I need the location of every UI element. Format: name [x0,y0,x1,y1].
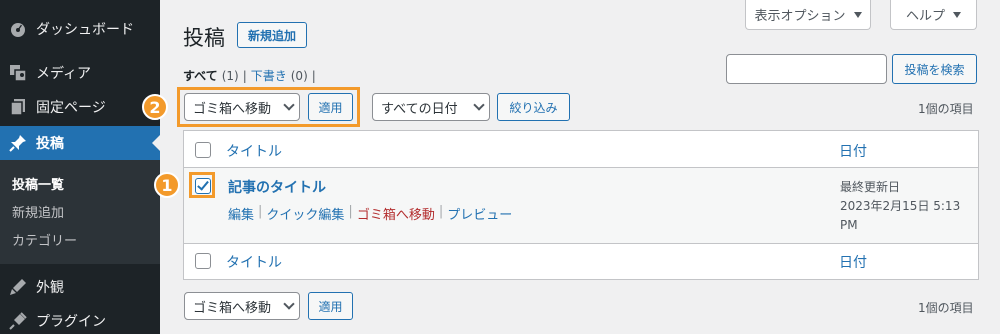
caret-down-icon [953,11,961,18]
dashboard-icon [0,20,36,38]
date-ampm: PM [840,218,858,232]
sidebar-item-label: ダッシュボード [36,22,134,38]
items-count: 1個の項目 [918,102,974,116]
pages-icon [0,98,36,116]
help-button[interactable]: ヘルプ [890,0,977,30]
date-value: 2023年2月15日 5:13 [840,199,961,213]
chevron-down-icon [473,99,485,111]
date-filter-select[interactable]: すべての日付 [372,93,490,121]
posts-table: タイトル 日付 記事のタイトル 編集 | クイック編集 | ゴミ箱へ移動 | プレビュ… [183,130,979,280]
help-label: ヘルプ [905,9,945,24]
plugins-icon [0,312,36,330]
action-separator: | [258,204,263,219]
edit-link[interactable]: 編集 [228,204,254,223]
action-separator: | [348,204,353,219]
sidebar-item-plugins[interactable]: プラグイン [0,304,160,334]
view-separator: | [242,68,247,83]
select-all-checkbox[interactable] [195,142,211,158]
search-input[interactable] [726,54,887,84]
page-title: 投稿 [183,26,225,50]
view-all-count: (1) [221,68,239,83]
sidebar-item-dashboard[interactable]: ダッシュボード [0,12,160,46]
date-filter-selected: すべての日付 [381,101,458,117]
media-icon [0,64,36,82]
bulk-action-select-bottom[interactable]: ゴミ箱へ移動 [184,292,300,320]
row-actions: 編集 | クイック編集 | ゴミ箱へ移動 | プレビュー [228,204,512,223]
view-drafts-count: (0) [290,68,308,83]
pin-icon [0,134,36,152]
screen-options-button[interactable]: 表示オプション [745,0,871,30]
highlight-box-bulk [177,87,360,127]
column-date-header[interactable]: 日付 [839,141,867,161]
highlight-box-checkbox [189,172,215,198]
bulk-action-selected: ゴミ箱へ移動 [193,300,272,316]
step-number-one: 1 [154,172,180,198]
view-drafts-link[interactable]: 下書き [251,67,287,84]
submenu-all-posts[interactable]: 投稿一覧 [12,174,64,193]
sidebar-item-label: 投稿 [36,136,64,152]
date-status: 最終更新日 [840,180,901,194]
select-all-checkbox-footer[interactable] [195,253,211,269]
divider [184,243,978,244]
submenu-categories[interactable]: カテゴリー [12,230,77,249]
screen-options-label: 表示オプション [754,9,846,24]
sidebar-item-label: プラグイン [36,314,106,330]
items-count-bottom: 1個の項目 [918,301,974,315]
post-title-link[interactable]: 記事のタイトル [228,177,326,197]
sidebar-item-media[interactable]: メディア [0,56,160,90]
submenu-add-new[interactable]: 新規追加 [12,202,64,221]
search-posts-button[interactable]: 投稿を検索 [892,54,977,84]
post-status-filters: すべて (1) | 下書き (0) | [183,67,316,84]
quick-edit-link[interactable]: クイック編集 [266,204,344,223]
view-separator: | [311,68,316,83]
sidebar-item-label: メディア [36,66,92,82]
posts-submenu: 投稿一覧 新規追加 カテゴリー [0,160,160,264]
bulk-apply-button-bottom[interactable]: 適用 [308,292,353,320]
post-date: 最終更新日 2023年2月15日 5:13 PM [840,178,970,235]
column-date-footer[interactable]: 日付 [839,252,867,272]
preview-link[interactable]: プレビュー [447,204,512,223]
sidebar-item-posts[interactable]: 投稿 [0,126,160,160]
sidebar-item-label: 外観 [36,280,64,296]
sidebar-item-appearance[interactable]: 外観 [0,270,160,304]
action-separator: | [438,204,444,219]
view-all-link[interactable]: すべて [183,67,218,84]
filter-button[interactable]: 絞り込み [497,93,570,121]
sidebar-item-pages[interactable]: 固定ページ [0,90,160,124]
appearance-icon [0,278,36,296]
step-number-two: 2 [142,94,168,120]
chevron-down-icon [283,298,295,310]
admin-sidebar: ダッシュボード メディア 固定ページ 投稿 投稿一覧 新規追加 カテゴリー 外観… [0,0,160,334]
trash-link[interactable]: ゴミ箱へ移動 [357,204,435,223]
caret-down-icon [853,11,862,18]
add-new-button[interactable]: 新規追加 [237,22,307,48]
column-title-header[interactable]: タイトル [226,141,282,161]
sidebar-item-label: 固定ページ [36,100,106,116]
column-title-footer[interactable]: タイトル [226,252,282,272]
